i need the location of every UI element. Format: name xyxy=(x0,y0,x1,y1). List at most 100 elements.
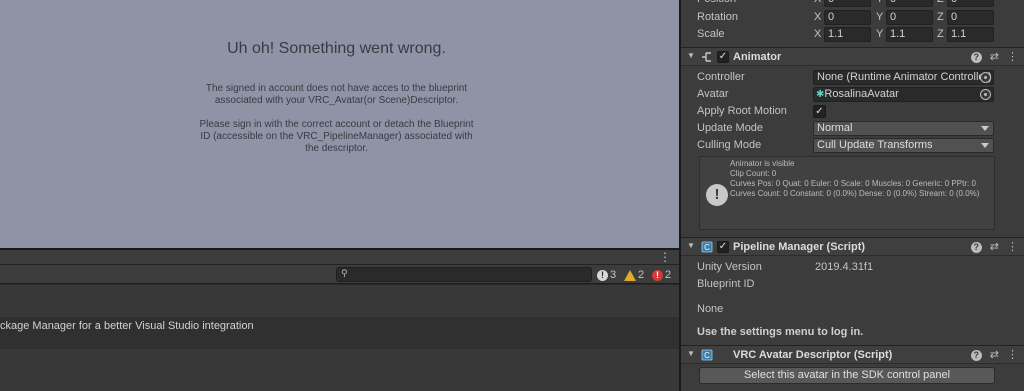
dropdown-arrow-icon xyxy=(981,143,989,148)
rotation-y-field[interactable]: 0 xyxy=(886,10,933,25)
login-hint: Use the settings menu to log in. xyxy=(697,326,864,338)
foldout-arrow-icon[interactable]: ▼ xyxy=(687,349,695,358)
preset-icon[interactable]: ⇄ xyxy=(990,50,999,63)
axis-label-y: Y xyxy=(876,0,883,8)
axis-label-z: Z xyxy=(937,28,944,40)
warning-count-toggle[interactable]: 2 xyxy=(624,268,644,282)
component-header-icons: ? ⇄ ⋮ xyxy=(970,50,1018,63)
scale-y-field[interactable]: 1.1 xyxy=(886,27,933,42)
console-tab-bar: ⋮ xyxy=(0,250,679,265)
info-count-toggle[interactable]: ! 3 xyxy=(597,268,616,282)
info-line: Curves Count: 0 Constant: 0 (0.0%) Dense… xyxy=(730,189,980,198)
search-input[interactable]: ⚲ xyxy=(336,267,592,282)
error-count: 2 xyxy=(665,269,672,281)
animator-title: Animator xyxy=(733,51,782,63)
error-message-line: ID (accessible on the VRC_PipelineManage… xyxy=(200,131,473,142)
animator-icon xyxy=(702,52,711,62)
rotation-x-field[interactable]: 0 xyxy=(824,10,871,25)
dropdown-arrow-icon xyxy=(981,126,989,131)
unity-version-value: 2019.4.31f1 xyxy=(815,261,874,273)
update-mode-value: Normal xyxy=(817,122,853,134)
inspector-panel: Position X 0 Y 0 Z 0 Rotation X 0 Y 0 Z … xyxy=(679,0,1024,391)
component-header-icons: ? ⇄ ⋮ xyxy=(970,348,1018,361)
script-icon: C xyxy=(701,241,713,253)
culling-mode-dropdown[interactable]: Cull Update Transforms xyxy=(813,138,994,153)
avatar-field[interactable]: ✱RosalinaAvatar xyxy=(813,87,994,102)
warning-icon xyxy=(624,269,636,281)
search-icon: ⚲ xyxy=(341,268,348,278)
pipeline-manager-component-header[interactable]: ▼ C ✓ Pipeline Manager (Script) ? ⇄ ⋮ xyxy=(681,237,1024,256)
position-x-field[interactable]: 0 xyxy=(824,0,871,7)
axis-label-z: Z xyxy=(937,0,944,8)
info-line: Clip Count: 0 xyxy=(730,169,777,178)
axis-label-x: X xyxy=(814,28,822,40)
kebab-menu-icon[interactable]: ⋮ xyxy=(659,250,671,264)
script-icon: C xyxy=(701,349,713,361)
scale-label: Scale xyxy=(697,28,725,40)
error-message-line: the descriptor. xyxy=(305,143,368,154)
error-message-line: associated with your VRC_Avatar(or Scene… xyxy=(214,95,459,106)
help-icon[interactable]: ? xyxy=(970,350,982,361)
foldout-arrow-icon[interactable]: ▼ xyxy=(687,241,695,250)
avatar-value: RosalinaAvatar xyxy=(824,88,899,100)
object-picker-icon[interactable] xyxy=(980,72,991,83)
animator-info-box: ! Animator is visible Clip Count: 0 Curv… xyxy=(699,156,995,230)
svg-text:C: C xyxy=(704,243,710,252)
error-count-toggle[interactable]: ! 2 xyxy=(652,268,671,282)
error-message-line: The signed in account does not have acce… xyxy=(205,83,468,94)
error-message-instructions: Please sign in with the correct account … xyxy=(0,119,673,155)
svg-text:C: C xyxy=(704,351,710,360)
axis-label-z: Z xyxy=(937,11,944,23)
animator-enabled-checkbox[interactable]: ✓ xyxy=(717,51,729,63)
error-message-access: The signed in account does not have acce… xyxy=(0,83,673,107)
scale-z-field[interactable]: 1.1 xyxy=(947,27,994,42)
help-icon[interactable]: ? xyxy=(970,242,982,253)
info-count: 3 xyxy=(610,269,617,281)
console-toolbar: ⚲ ! 3 2 ! 2 xyxy=(0,265,679,284)
position-label: Position xyxy=(697,0,736,8)
position-y-field[interactable]: 0 xyxy=(886,0,933,7)
culling-mode-value: Cull Update Transforms xyxy=(817,139,933,151)
select-avatar-sdk-button[interactable]: Select this avatar in the SDK control pa… xyxy=(699,367,995,384)
info-line: Curves Pos: 0 Quat: 0 Euler: 0 Scale: 0 … xyxy=(730,179,976,188)
blueprint-id-none: None xyxy=(697,303,724,315)
controller-field[interactable]: None (Runtime Animator Controller) xyxy=(813,70,994,85)
axis-label-x: X xyxy=(814,0,821,8)
avatar-descriptor-component-header[interactable]: ▼ C VRC Avatar Descriptor (Script) ? ⇄ ⋮ xyxy=(681,345,1024,364)
update-mode-label: Update Mode xyxy=(697,122,764,134)
avatar-label: Avatar xyxy=(697,88,729,100)
kebab-menu-icon[interactable]: ⋮ xyxy=(1007,240,1018,253)
apply-root-motion-label: Apply Root Motion xyxy=(697,105,787,117)
error-title: Uh oh! Something went wrong. xyxy=(227,40,446,57)
error-message-line: Please sign in with the correct account … xyxy=(199,119,474,130)
unity-version-label: Unity Version xyxy=(697,261,762,273)
rotation-z-field[interactable]: 0 xyxy=(947,10,994,25)
culling-mode-label: Culling Mode xyxy=(697,139,762,151)
animator-component-header[interactable]: ▼ ✓ Animator ? ⇄ ⋮ xyxy=(681,47,1024,66)
kebab-menu-icon[interactable]: ⋮ xyxy=(1007,348,1018,361)
pipeline-manager-enabled-checkbox[interactable]: ✓ xyxy=(717,241,729,253)
console-log-row[interactable] xyxy=(0,285,679,317)
kebab-menu-icon[interactable]: ⋮ xyxy=(1007,50,1018,63)
position-z-field[interactable]: 0 xyxy=(947,0,994,7)
object-picker-icon[interactable] xyxy=(980,89,991,100)
component-header-icons: ? ⇄ ⋮ xyxy=(970,240,1018,253)
console-log-row[interactable] xyxy=(0,349,679,391)
blueprint-id-label: Blueprint ID xyxy=(697,278,755,290)
preset-icon[interactable]: ⇄ xyxy=(990,240,999,253)
warning-count: 2 xyxy=(638,269,645,281)
help-icon[interactable]: ? xyxy=(970,52,982,63)
apply-root-motion-checkbox[interactable]: ✓ xyxy=(813,105,826,118)
update-mode-dropdown[interactable]: Normal xyxy=(813,121,994,136)
preset-icon[interactable]: ⇄ xyxy=(990,348,999,361)
info-icon: ! xyxy=(597,269,608,281)
game-view: Uh oh! Something went wrong. The signed … xyxy=(0,0,679,248)
axis-label-x: X xyxy=(814,11,822,23)
avatar-descriptor-title: VRC Avatar Descriptor (Script) xyxy=(733,349,893,361)
controller-label: Controller xyxy=(697,71,745,83)
pipeline-manager-title: Pipeline Manager (Script) xyxy=(733,241,866,253)
rotation-label: Rotation xyxy=(697,11,738,23)
foldout-arrow-icon[interactable]: ▼ xyxy=(687,51,695,60)
scale-x-field[interactable]: 1.1 xyxy=(824,27,871,42)
console-log-row[interactable]: ckage Manager for a better Visual Studio… xyxy=(0,317,679,349)
